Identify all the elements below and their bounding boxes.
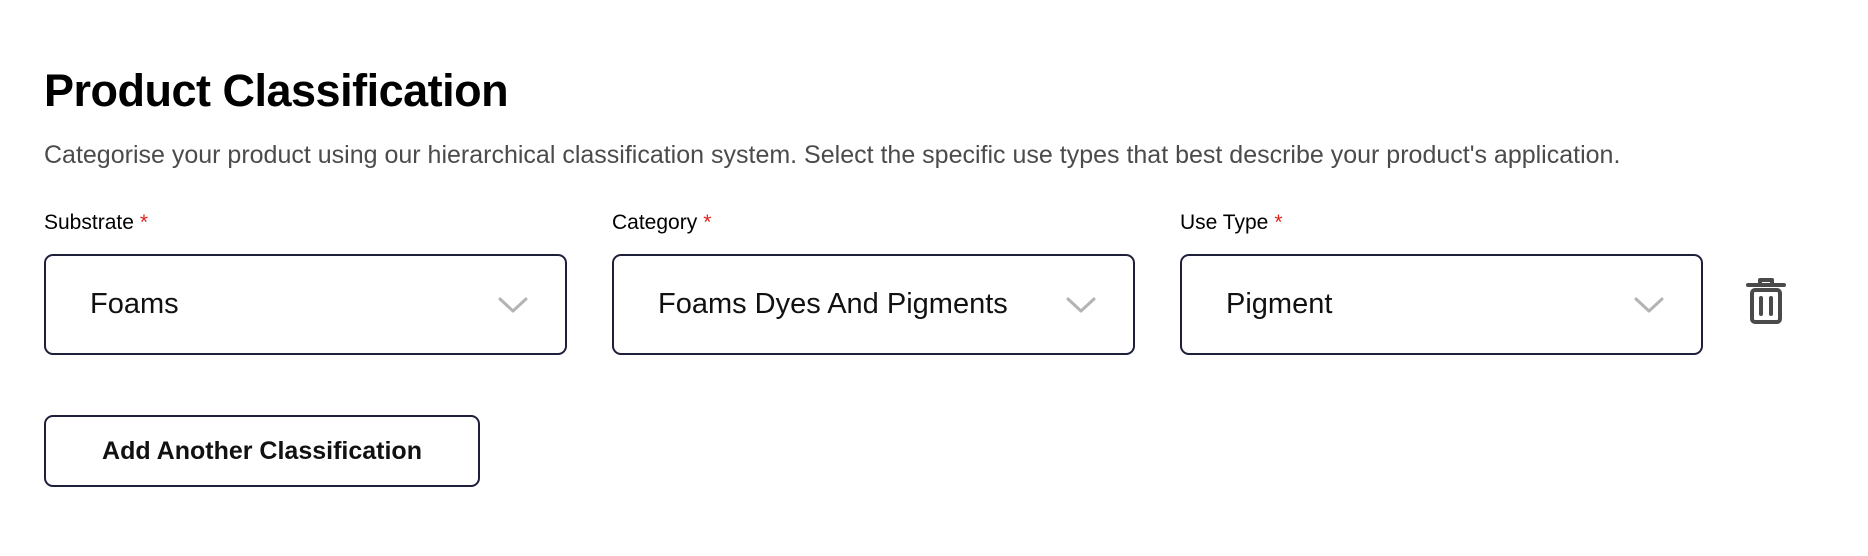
chevron-down-icon (498, 297, 528, 312)
use-type-label-text: Use Type (1180, 211, 1269, 234)
required-marker: * (139, 211, 149, 234)
substrate-select[interactable]: Foams (44, 254, 567, 355)
category-label: Category * (612, 210, 1135, 236)
substrate-label-text: Substrate (44, 211, 134, 234)
use-type-select[interactable]: Pigment (1180, 254, 1703, 355)
category-field: Category * Foams Dyes And Pigments (612, 210, 1135, 355)
required-marker: * (1274, 211, 1283, 234)
chevron-down-icon (1634, 297, 1664, 312)
delete-classification-button[interactable] (1742, 276, 1790, 326)
use-type-select-value: Pigment (1226, 288, 1333, 320)
substrate-select-value: Foams (90, 288, 179, 320)
trash-icon (1746, 278, 1786, 324)
chevron-down-icon (1066, 297, 1096, 312)
section-description: Categorise your product using our hierar… (44, 141, 1621, 169)
category-select-value: Foams Dyes And Pigments (658, 288, 1008, 320)
use-type-label: Use Type * (1180, 210, 1703, 236)
substrate-label: Substrate * (44, 210, 567, 236)
section-title: Product Classification (44, 65, 509, 116)
add-classification-button[interactable]: Add Another Classification (44, 415, 480, 487)
product-classification-section: Product Classification Categorise your p… (0, 0, 1868, 487)
substrate-field: Substrate * Foams (44, 210, 567, 355)
classification-row: Substrate * Foams Category * Foams Dyes … (44, 210, 1868, 355)
required-marker: * (703, 211, 712, 234)
category-label-text: Category (612, 211, 698, 234)
use-type-field: Use Type * Pigment (1180, 210, 1703, 355)
category-select[interactable]: Foams Dyes And Pigments (612, 254, 1135, 355)
